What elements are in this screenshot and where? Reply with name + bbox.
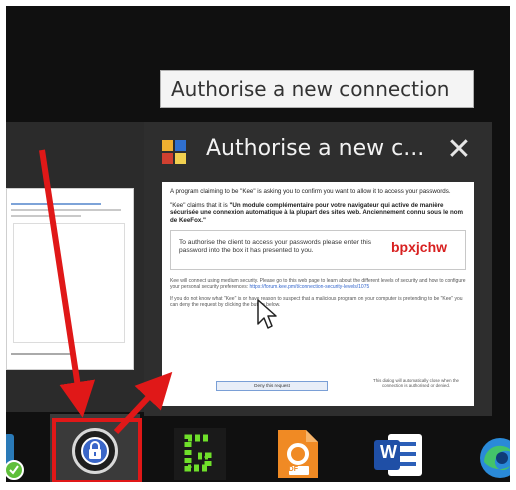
pdf-icon-label: PDF xyxy=(284,466,298,473)
preview-panel xyxy=(13,223,125,343)
warning-text: If you do not know what "Kee" is or have… xyxy=(170,295,463,309)
footer-note: This dialog will automatically close whe… xyxy=(373,378,459,389)
claim-prefix: "Kee" claims that it is xyxy=(170,201,228,209)
gmail-notifier-icon[interactable] xyxy=(174,428,226,480)
preview-line xyxy=(11,353,71,355)
thumbnail-title: Authorise a new c... xyxy=(206,136,425,161)
authorisation-instructions: To authorise the client to access your p… xyxy=(179,239,372,254)
authorisation-code-box: To authorise the client to access your p… xyxy=(170,230,466,270)
close-icon[interactable]: ✕ xyxy=(444,135,474,166)
thumbnail-header: Authorise a new c... ✕ xyxy=(144,122,492,178)
intro-text: A program claiming to be "Kee" is asking… xyxy=(170,188,451,195)
security-link[interactable]: https://forum.kee.pm/t/connection-securi… xyxy=(249,284,369,290)
taskbar-thumbnail-preview[interactable]: Authorise a new c... ✕ A program claimin… xyxy=(144,122,492,416)
claim-text: "Kee" claims that it is "Un module compl… xyxy=(170,202,466,225)
deny-request-button[interactable]: Deny this request xyxy=(216,381,328,391)
preview-line xyxy=(11,215,81,217)
edge-icon[interactable] xyxy=(474,432,516,480)
dialog-preview-content[interactable]: A program claiming to be "Kee" is asking… xyxy=(162,182,474,406)
background-window-preview[interactable] xyxy=(6,122,146,412)
security-note: Kee will connect using medium security. … xyxy=(170,278,466,291)
word-icon-label: W xyxy=(380,442,397,462)
desktop-taskbar-region: Authorise a new connection Authorise a n… xyxy=(0,0,516,490)
authorisation-code: bpxjchw xyxy=(391,239,448,255)
preview-line xyxy=(11,209,121,211)
dialog-footer: Deny this request This dialog will autom… xyxy=(170,378,466,398)
preview-line xyxy=(11,203,101,205)
background-window-content xyxy=(6,188,134,370)
annotation-highlight-box xyxy=(52,418,142,484)
app-partial-icon[interactable] xyxy=(4,430,28,482)
taskbar-tooltip: Authorise a new connection xyxy=(160,70,474,108)
mouse-cursor-icon xyxy=(257,299,277,329)
keepass-icon xyxy=(162,140,186,164)
